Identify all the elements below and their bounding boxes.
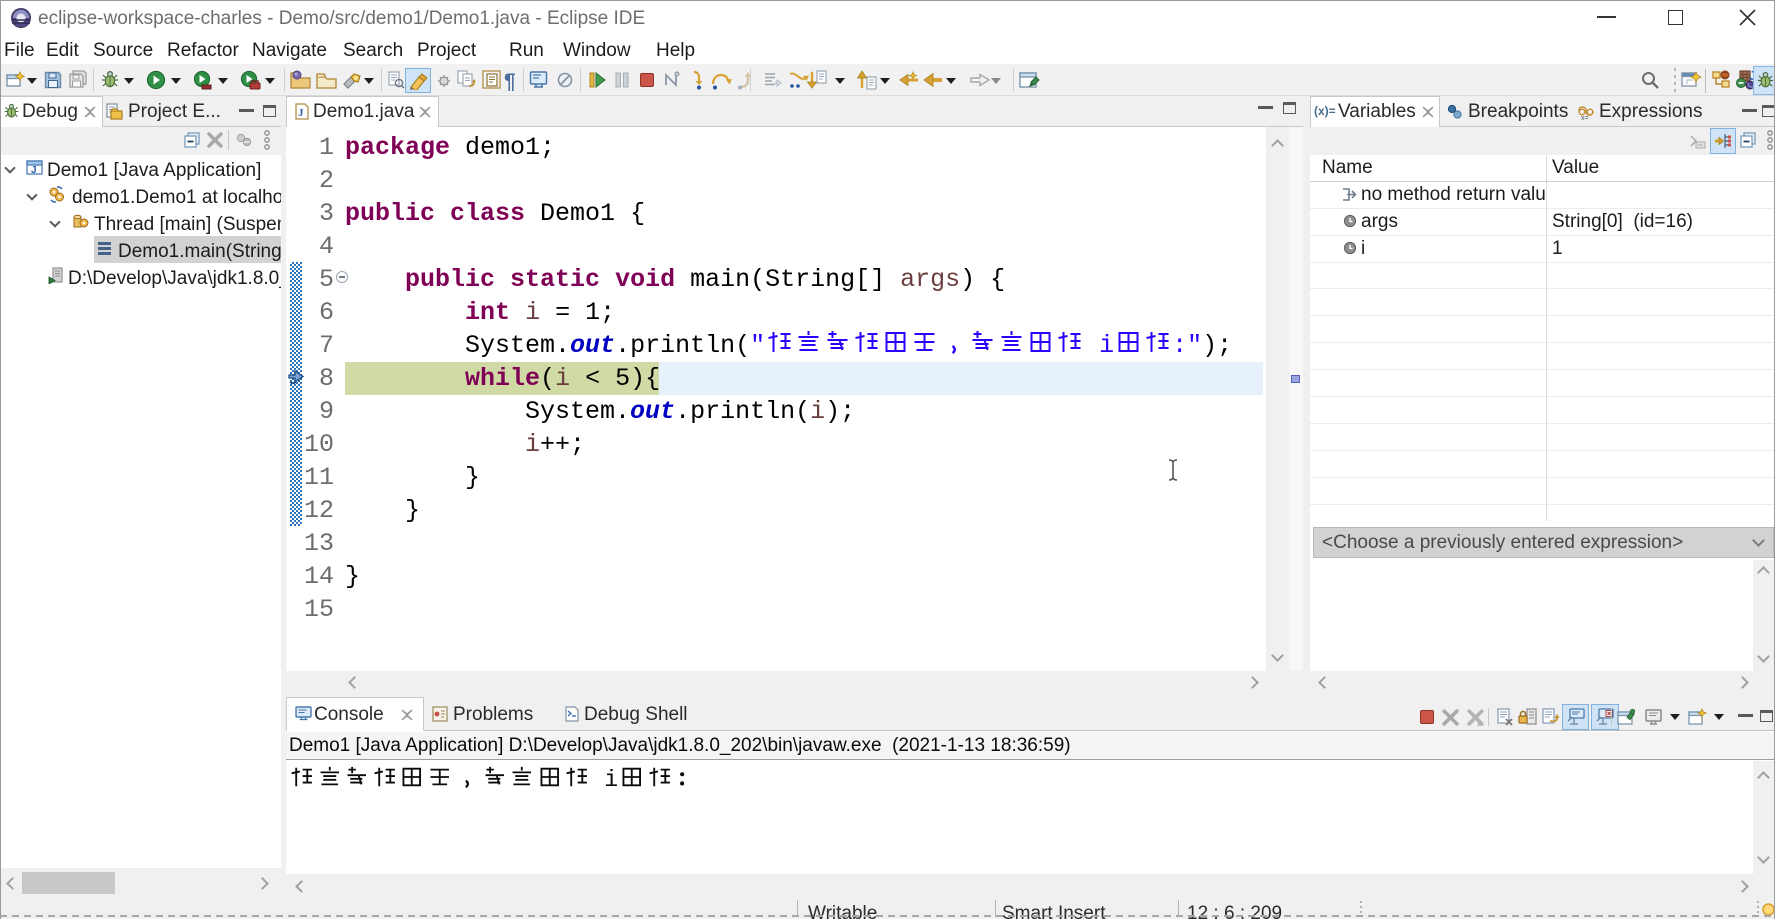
svg-text:J: J <box>298 107 304 119</box>
svg-text:x=: x= <box>1581 115 1589 121</box>
svg-text:J: J <box>31 165 37 176</box>
